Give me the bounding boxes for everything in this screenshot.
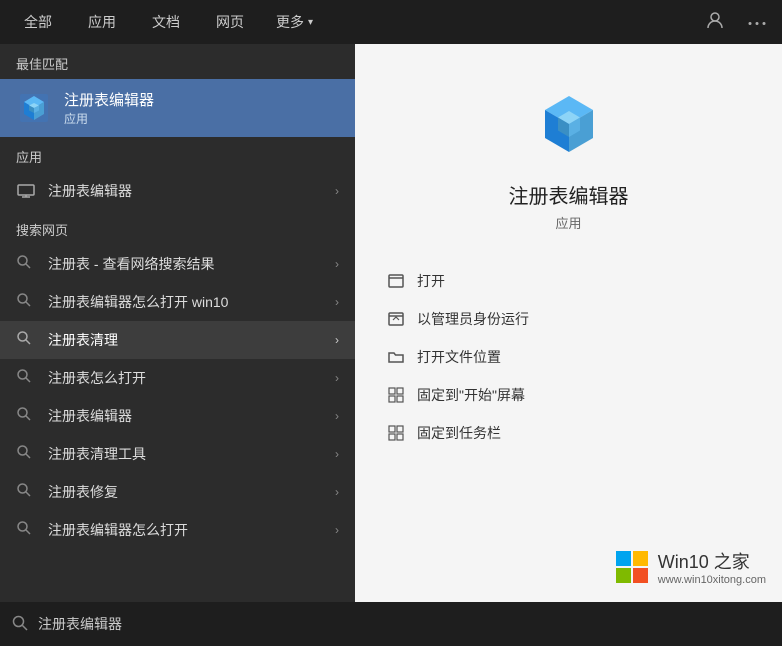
user-icon[interactable] [698, 5, 732, 40]
search-icon-5 [16, 444, 36, 464]
web-item-7[interactable]: 注册表编辑器怎么打开 › [0, 511, 355, 549]
watermark-title: Win10 之家 [658, 548, 766, 574]
more-options-icon[interactable] [740, 7, 774, 37]
action-pin-taskbar[interactable]: 固定到任务栏 [375, 414, 762, 452]
arrow-icon-2: › [335, 333, 339, 347]
search-icon-6 [16, 482, 36, 502]
folder-icon [387, 348, 405, 366]
app-item-text: 注册表编辑器 [48, 181, 323, 201]
search-icon-3 [16, 368, 36, 388]
arrow-icon-7: › [335, 523, 339, 537]
top-bar-icons [698, 5, 774, 40]
pin-start-icon [387, 386, 405, 404]
arrow-icon-5: › [335, 447, 339, 461]
web-item-text-2: 注册表清理 [48, 330, 323, 350]
web-item-3[interactable]: 注册表怎么打开 › [0, 359, 355, 397]
app-section-label: 应用 [0, 137, 355, 172]
web-item-text-3: 注册表怎么打开 [48, 368, 323, 388]
top-bar: 全部 应用 文档 网页 更多 ▾ [0, 0, 782, 44]
search-icon-4 [16, 406, 36, 426]
arrow-icon-6: › [335, 485, 339, 499]
action-list: 打开 以管理员身份运行 [355, 262, 782, 452]
web-item-text-5: 注册表清理工具 [48, 444, 323, 464]
tab-web[interactable]: 网页 [200, 4, 260, 40]
app-name-large: 注册表编辑器 [509, 180, 629, 209]
web-item-4[interactable]: 注册表编辑器 › [0, 397, 355, 435]
best-match-text: 注册表编辑器 应用 [64, 89, 154, 127]
web-item-2[interactable]: 注册表清理 › [0, 321, 355, 359]
windows-logo-icon [614, 549, 650, 585]
best-match-label: 最佳匹配 [0, 44, 355, 79]
action-run-as-admin[interactable]: 以管理员身份运行 [375, 300, 762, 338]
arrow-icon-0: › [335, 257, 339, 271]
search-icon-7 [16, 520, 36, 540]
web-item-5[interactable]: 注册表清理工具 › [0, 435, 355, 473]
best-match-type: 应用 [64, 110, 154, 127]
tab-docs[interactable]: 文档 [136, 4, 196, 40]
arrow-icon-3: › [335, 371, 339, 385]
action-open-file-location[interactable]: 打开文件位置 [375, 338, 762, 376]
web-item-1[interactable]: 注册表编辑器怎么打开 win10 › [0, 283, 355, 321]
search-window: 全部 应用 文档 网页 更多 ▾ [0, 0, 782, 646]
app-item-registry-editor[interactable]: 注册表编辑器 › [0, 172, 355, 210]
monitor-icon [16, 181, 36, 201]
chevron-right-icon: › [335, 184, 339, 198]
registry-icon-best-match [16, 90, 52, 126]
search-input[interactable] [38, 616, 770, 632]
best-match-name: 注册表编辑器 [64, 89, 154, 110]
pin-taskbar-icon [387, 424, 405, 442]
watermark-text: Win10 之家 www.win10xitong.com [658, 548, 766, 586]
web-item-6[interactable]: 注册表修复 › [0, 473, 355, 511]
tab-apps[interactable]: 应用 [72, 4, 132, 40]
watermark: Win10 之家 www.win10xitong.com [614, 548, 766, 586]
web-item-text-1: 注册表编辑器怎么打开 win10 [48, 292, 323, 312]
left-panel: 最佳匹配 [0, 44, 355, 602]
open-icon [387, 272, 405, 290]
main-content: 最佳匹配 [0, 44, 782, 602]
web-section-label: 搜索网页 [0, 210, 355, 245]
bottom-search-bar [0, 602, 782, 646]
app-icon-large [529, 84, 609, 164]
app-type: 应用 [555, 213, 581, 232]
bottom-search-icon [12, 615, 28, 634]
search-icon-1 [16, 292, 36, 312]
right-panel: 注册表编辑器 应用 打开 [355, 44, 782, 602]
best-match-item[interactable]: 注册表编辑器 应用 [0, 79, 355, 137]
search-icon-0 [16, 254, 36, 274]
arrow-icon-4: › [335, 409, 339, 423]
watermark-url: www.win10xitong.com [658, 574, 766, 586]
tab-more[interactable]: 更多 ▾ [264, 4, 325, 40]
chevron-down-icon: ▾ [308, 17, 313, 28]
admin-icon [387, 310, 405, 328]
web-item-text-7: 注册表编辑器怎么打开 [48, 520, 323, 540]
web-item-text-6: 注册表修复 [48, 482, 323, 502]
action-pin-start[interactable]: 固定到"开始"屏幕 [375, 376, 762, 414]
web-item-0[interactable]: 注册表 - 查看网络搜索结果 › [0, 245, 355, 283]
search-icon-2 [16, 330, 36, 350]
tab-all[interactable]: 全部 [8, 4, 68, 40]
web-item-text-0: 注册表 - 查看网络搜索结果 [48, 254, 323, 274]
action-open[interactable]: 打开 [375, 262, 762, 300]
arrow-icon-1: › [335, 295, 339, 309]
web-item-text-4: 注册表编辑器 [48, 406, 323, 426]
